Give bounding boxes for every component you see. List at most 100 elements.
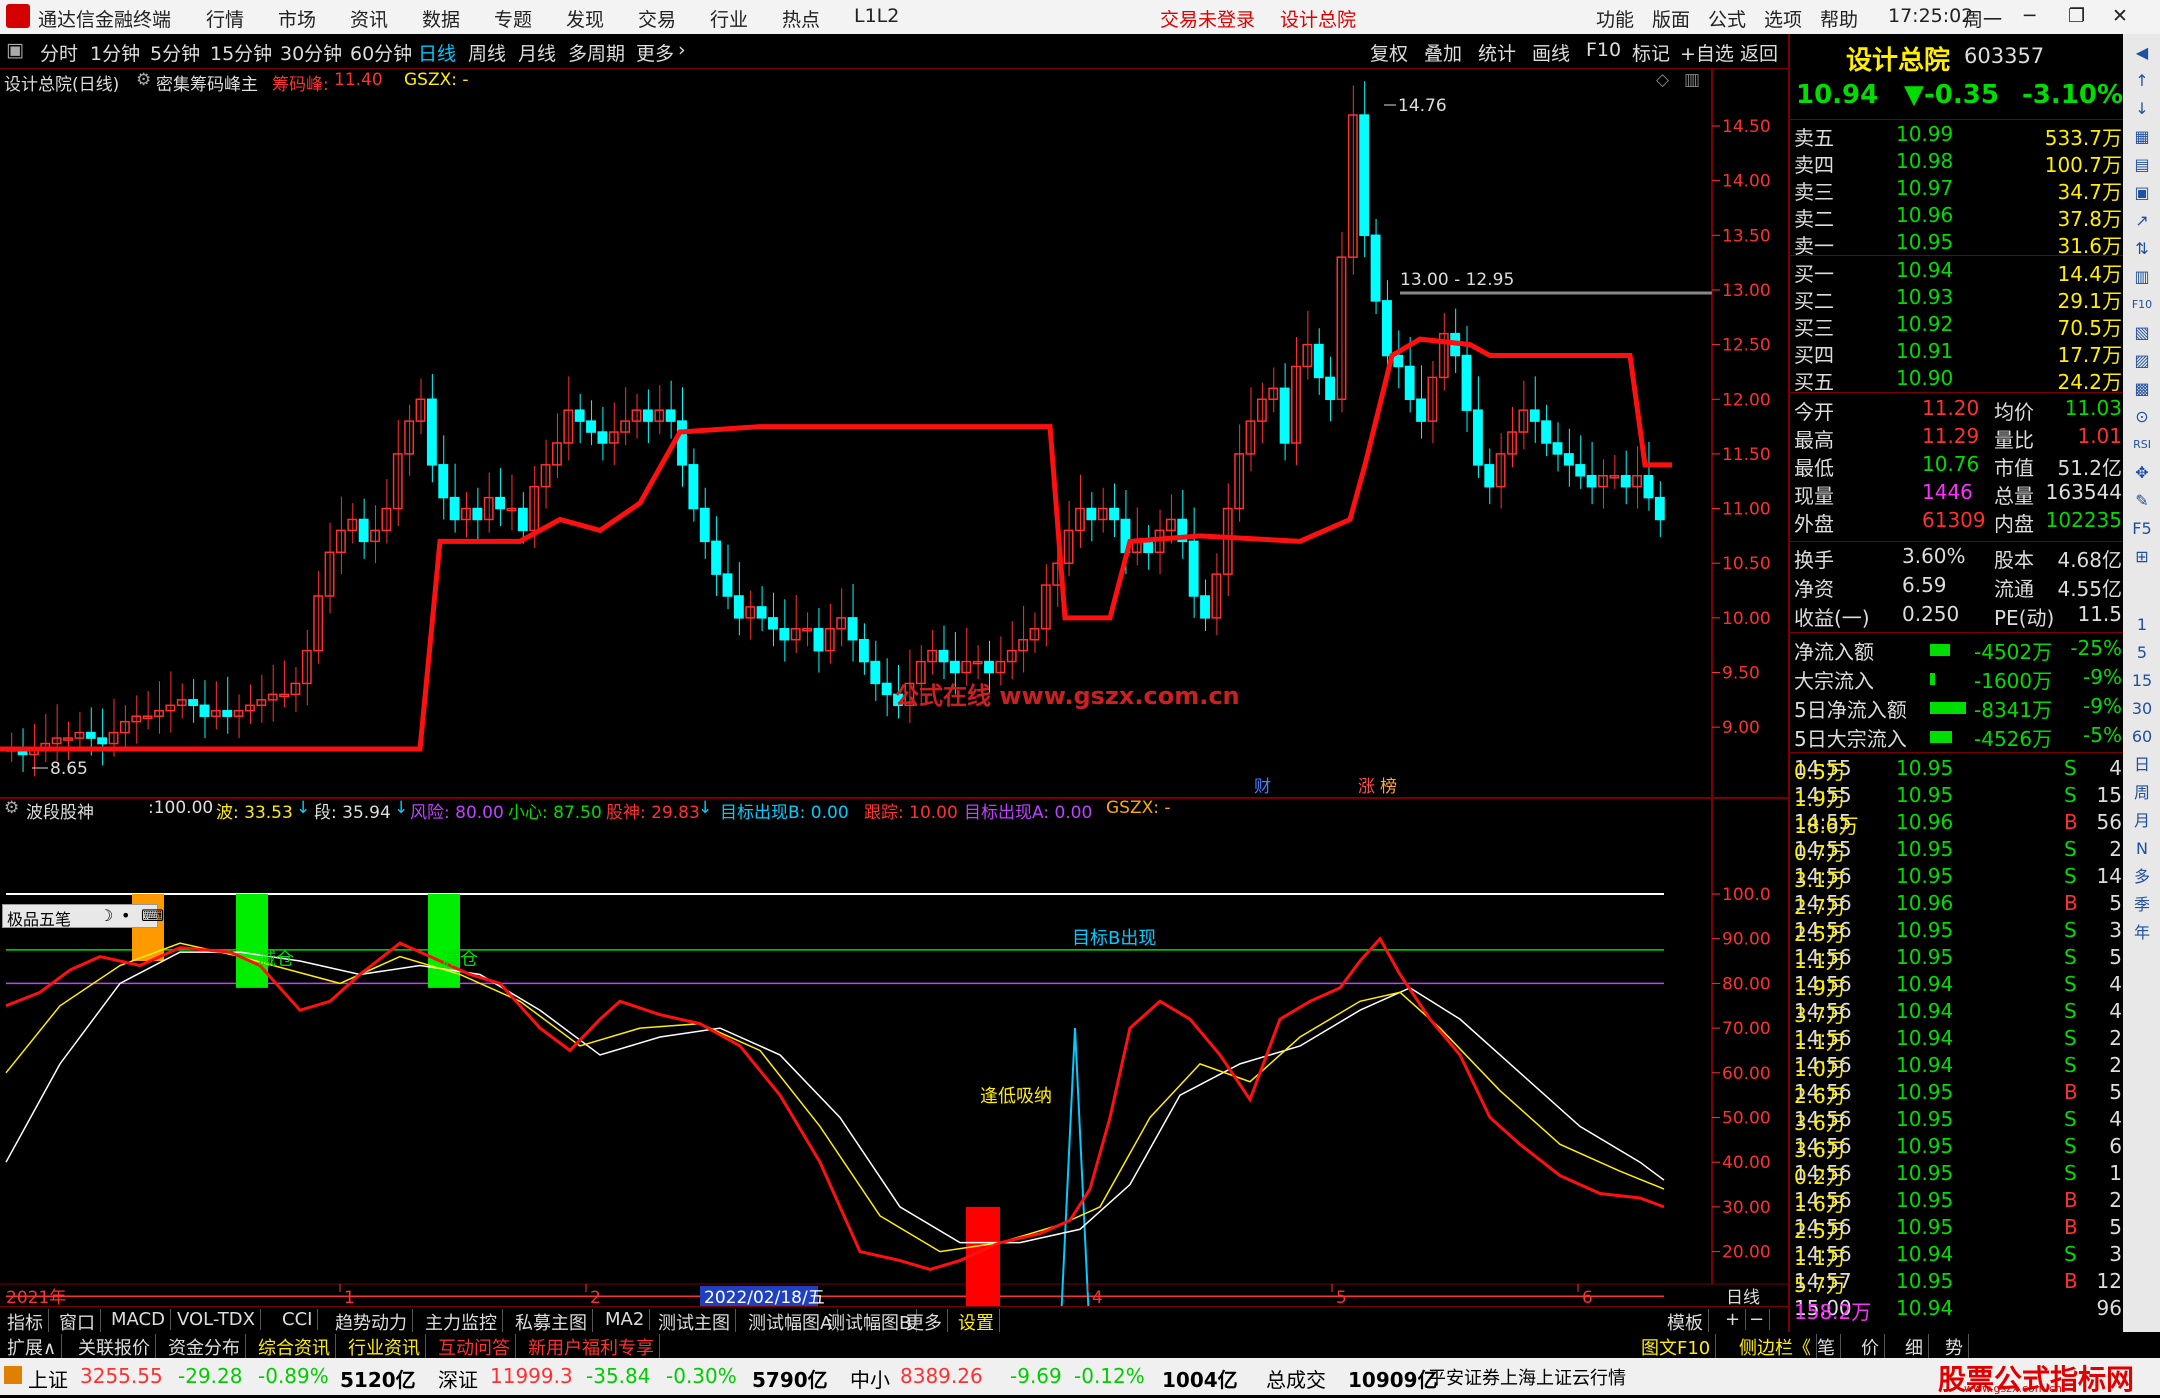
diamond-icon[interactable]: ◇ xyxy=(1656,70,1669,90)
moon-icon[interactable]: ☽ xyxy=(99,906,113,925)
period-tab[interactable]: 周线 xyxy=(468,39,506,66)
sidebar-tool-icon[interactable]: ⊞ xyxy=(2131,546,2153,568)
sidebar-tool-icon[interactable]: ▩ xyxy=(2131,378,2153,400)
zx-label[interactable]: 中小 xyxy=(850,1364,890,1393)
indicator-tab[interactable]: VOL-TDX xyxy=(172,1309,261,1330)
indicator-tab[interactable]: MA2 xyxy=(600,1309,651,1330)
ext-tab[interactable]: 资金分布 xyxy=(163,1334,246,1360)
sidebar-tool-icon[interactable]: ⊙ xyxy=(2131,406,2153,428)
sidebar-tool-icon[interactable]: ▣ xyxy=(2131,182,2153,204)
ranking-marker[interactable]: 榜 xyxy=(1380,777,1397,797)
ext-tab[interactable]: 扩展∧ xyxy=(2,1334,63,1360)
panel-toggle-icon[interactable]: ▣ xyxy=(6,39,24,61)
sidebar-tool-icon[interactable]: ◀ xyxy=(2131,42,2153,64)
sidebar-tool-icon[interactable]: RSI xyxy=(2131,434,2153,456)
sub-indicator-name[interactable]: 波段股神 xyxy=(26,798,94,823)
menu-layout[interactable]: 版面 xyxy=(1652,5,1690,32)
sidebar-tool-icon[interactable]: 1 xyxy=(2131,614,2153,636)
tool-add-watch[interactable]: +自选 xyxy=(1680,39,1734,66)
kline-chart-area[interactable]: 14.50 14.00 13.50 13.00 12.50 12.00 11.50 11.00… xyxy=(0,68,1788,1306)
sidebar-tool-icon[interactable]: 30 xyxy=(2131,698,2153,720)
tool-stats[interactable]: 统计 xyxy=(1478,39,1516,66)
menu-industry[interactable]: 行业 xyxy=(710,5,748,32)
sidebar-tool-icon[interactable]: F10 xyxy=(2131,294,2153,316)
menu-help[interactable]: 帮助 xyxy=(1820,5,1858,32)
menu-l1l2[interactable]: L1L2 xyxy=(854,5,899,27)
ime-toolbar[interactable]: 极品五笔 ☽ • ⌨ xyxy=(2,904,164,929)
menu-hot[interactable]: 热点 xyxy=(782,5,820,32)
ext-tab[interactable]: 综合资讯 xyxy=(253,1334,336,1360)
sidebar-tool-icon[interactable]: F5 xyxy=(2131,518,2153,540)
sidebar-tool-icon[interactable]: ↗ xyxy=(2131,210,2153,232)
menu-topic[interactable]: 专题 xyxy=(494,5,532,32)
menu-data[interactable]: 数据 xyxy=(422,5,460,32)
period-tab[interactable]: 1分钟 xyxy=(90,39,140,66)
menu-formula[interactable]: 公式 xyxy=(1708,5,1746,32)
tool-overlay[interactable]: 叠加 xyxy=(1424,39,1462,66)
chevron-right-icon[interactable]: › xyxy=(678,39,686,61)
close-icon[interactable]: ✕ xyxy=(2112,5,2128,27)
trade-status[interactable]: 交易未登录 xyxy=(1160,5,1255,32)
period-tab[interactable]: 15分钟 xyxy=(210,39,272,66)
sidebar-tool-icon[interactable]: ✎ xyxy=(2131,490,2153,512)
menu-news[interactable]: 资讯 xyxy=(350,5,388,32)
ext-tab[interactable]: 互动问答 xyxy=(433,1334,516,1360)
menu-function[interactable]: 功能 xyxy=(1596,5,1634,32)
tool-f10[interactable]: F10 xyxy=(1586,39,1621,61)
sidebar-tool-icon[interactable]: ▧ xyxy=(2131,322,2153,344)
tool-fuquan[interactable]: 复权 xyxy=(1370,39,1408,66)
finance-marker[interactable]: 财 xyxy=(1254,777,1271,797)
ext-right-tab[interactable]: 细 xyxy=(1900,1334,1929,1360)
period-more[interactable]: 更多 xyxy=(636,39,674,66)
ext-right-tab[interactable]: 侧边栏《 xyxy=(1734,1334,1817,1360)
period-tab[interactable]: 多周期 xyxy=(568,39,625,66)
dot-icon[interactable]: • xyxy=(121,906,130,925)
template-button[interactable]: + xyxy=(1720,1309,1747,1330)
restore-icon[interactable]: ❐ xyxy=(2068,5,2085,27)
period-tab-active[interactable]: 日线 xyxy=(418,39,456,66)
sidebar-tool-icon[interactable]: N xyxy=(2131,838,2153,860)
indicator-name[interactable]: 密集筹码峰主 xyxy=(156,70,258,95)
ext-tab[interactable]: 新用户福利专享 xyxy=(523,1334,660,1360)
sidebar-tool-icon[interactable]: ⇅ xyxy=(2131,238,2153,260)
sidebar-tool-icon[interactable]: ✥ xyxy=(2131,462,2153,484)
sidebar-tool-icon[interactable]: 5 xyxy=(2131,642,2153,664)
period-tab[interactable]: 30分钟 xyxy=(280,39,342,66)
menu-discover[interactable]: 发现 xyxy=(566,5,604,32)
indicator-tab[interactable]: CCI xyxy=(277,1309,319,1330)
tool-draw[interactable]: 画线 xyxy=(1532,39,1570,66)
sidebar-tool-icon[interactable]: ↓ xyxy=(2131,98,2153,120)
sidebar-tool-icon[interactable]: 季 xyxy=(2131,894,2153,916)
limit-up-marker[interactable]: 涨 xyxy=(1358,777,1375,797)
menu-square-icon[interactable] xyxy=(4,1366,22,1384)
period-tab[interactable]: 5分钟 xyxy=(150,39,200,66)
period-tab[interactable]: 60分钟 xyxy=(350,39,412,66)
menu-options[interactable]: 选项 xyxy=(1764,5,1802,32)
sz-label[interactable]: 深证 xyxy=(438,1364,478,1393)
minimize-icon[interactable]: ─ xyxy=(2024,5,2035,27)
period-tab[interactable]: 月线 xyxy=(518,39,556,66)
sidebar-tool-icon[interactable]: ▤ xyxy=(2131,154,2153,176)
sidebar-tool-icon[interactable]: 60 xyxy=(2131,726,2153,748)
indicator-tab[interactable]: MACD xyxy=(106,1309,171,1330)
template-button[interactable]: − xyxy=(1744,1309,1771,1330)
panel-icon[interactable]: ▥ xyxy=(1684,70,1700,90)
sidebar-tool-icon[interactable]: 15 xyxy=(2131,670,2153,692)
settings-gear-icon[interactable]: ⚙ xyxy=(136,70,151,90)
ext-tab[interactable]: 行业资讯 xyxy=(343,1334,426,1360)
period-tab[interactable]: 分时 xyxy=(40,39,78,66)
sidebar-tool-icon[interactable]: ▨ xyxy=(2131,350,2153,372)
keyboard-icon[interactable]: ⌨ xyxy=(141,906,164,925)
menu-market[interactable]: 市场 xyxy=(278,5,316,32)
menu-trade[interactable]: 交易 xyxy=(638,5,676,32)
tool-mark[interactable]: 标记 xyxy=(1632,39,1670,66)
ext-right-tab[interactable]: 价 xyxy=(1856,1334,1885,1360)
tool-back[interactable]: 返回 xyxy=(1740,39,1778,66)
sidebar-tool-icon[interactable]: ↑ xyxy=(2131,70,2153,92)
menu-quote[interactable]: 行情 xyxy=(206,5,244,32)
sidebar-tool-icon[interactable]: 月 xyxy=(2131,810,2153,832)
sidebar-tool-icon[interactable]: ▥ xyxy=(2131,266,2153,288)
ext-right-tab[interactable]: 笔 xyxy=(1812,1334,1841,1360)
settings-gear-icon[interactable]: ⚙ xyxy=(4,798,19,818)
ext-right-tab[interactable]: 势 xyxy=(1940,1334,1969,1360)
